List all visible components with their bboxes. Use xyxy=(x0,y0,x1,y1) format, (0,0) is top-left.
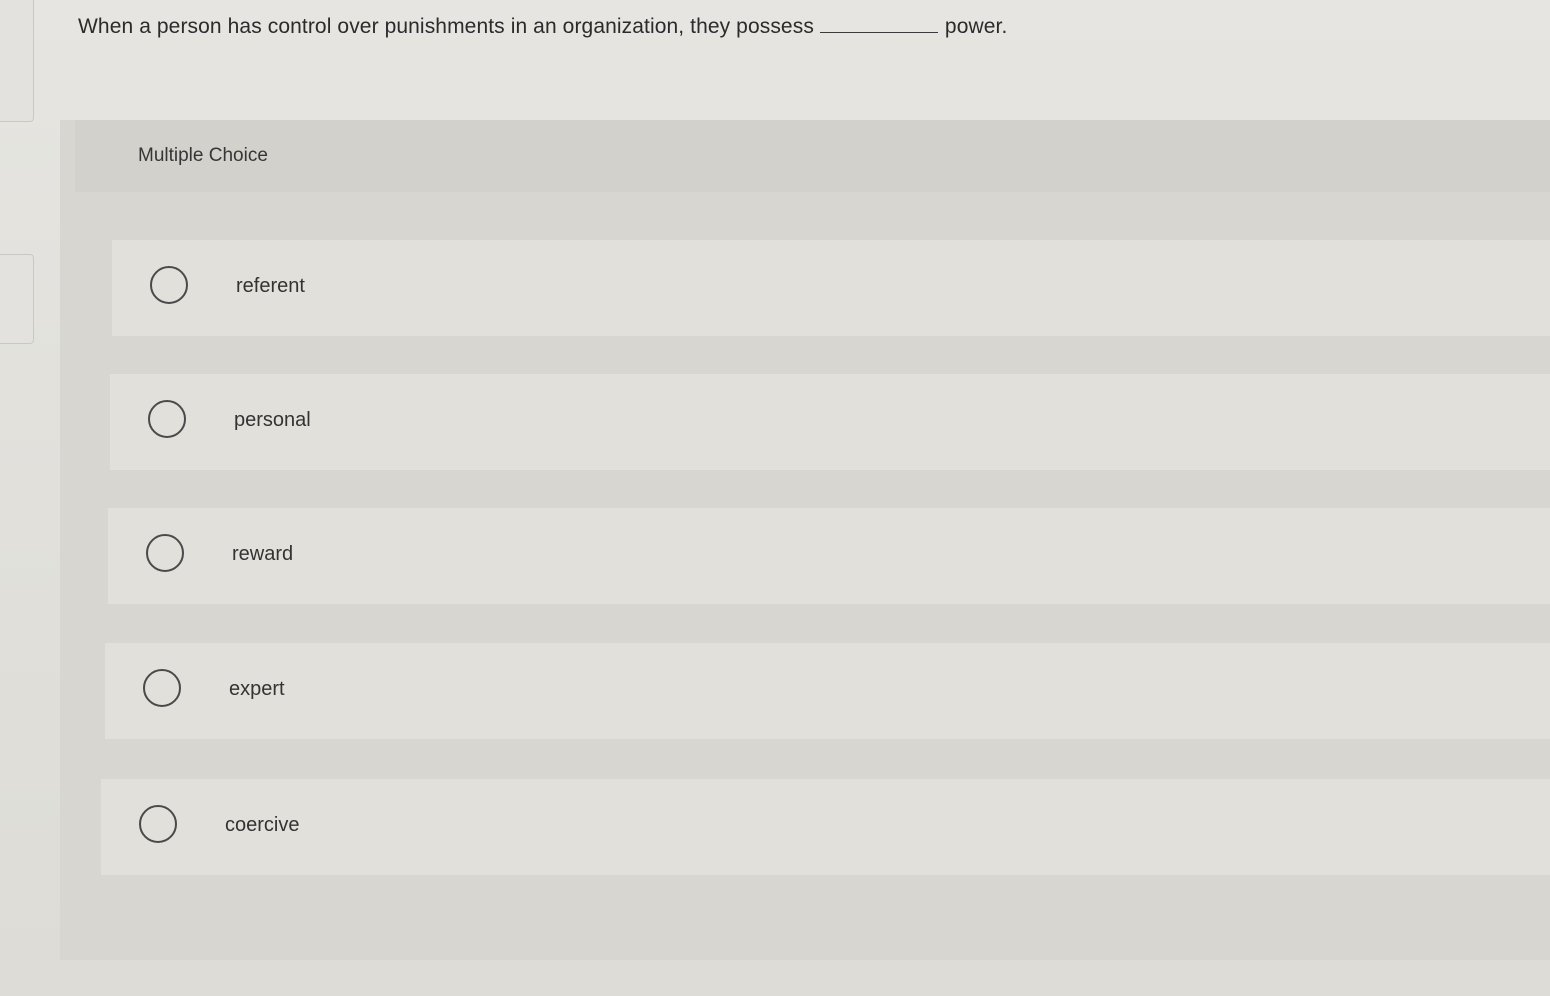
side-nav-tab-top[interactable] xyxy=(0,0,34,122)
side-nav-tab-middle[interactable] xyxy=(0,254,34,344)
multiple-choice-header: Multiple Choice xyxy=(75,120,1550,192)
answer-option-reward[interactable]: reward xyxy=(108,508,1550,604)
radio-unselected-icon[interactable] xyxy=(148,400,186,438)
answer-option-label: personal xyxy=(234,409,311,431)
answer-option-referent[interactable]: referent xyxy=(112,240,1550,336)
question-text: When a person has control over punishmen… xyxy=(78,14,1007,39)
answer-option-coercive[interactable]: coercive xyxy=(101,779,1550,875)
answer-option-label: reward xyxy=(232,543,294,565)
answer-option-expert[interactable]: expert xyxy=(105,643,1550,739)
answer-option-personal[interactable]: personal xyxy=(110,374,1550,470)
multiple-choice-title: Multiple Choice xyxy=(138,145,268,166)
answer-option-label: coercive xyxy=(225,814,300,836)
question-text-after: power. xyxy=(944,15,1008,38)
radio-unselected-icon[interactable] xyxy=(150,266,188,304)
radio-unselected-icon[interactable] xyxy=(143,669,181,707)
answer-blank xyxy=(819,14,938,33)
question-text-before: When a person has control over punishmen… xyxy=(78,15,814,38)
answer-option-label: referent xyxy=(236,275,305,297)
radio-unselected-icon[interactable] xyxy=(139,805,177,843)
answer-option-label: expert xyxy=(229,678,285,700)
radio-unselected-icon[interactable] xyxy=(146,534,184,572)
